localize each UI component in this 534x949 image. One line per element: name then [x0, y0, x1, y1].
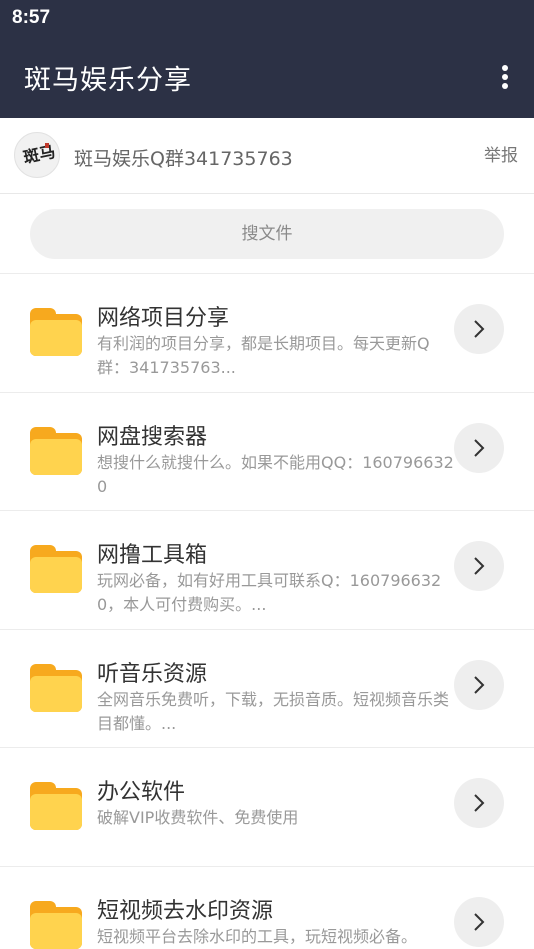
list-item[interactable]: 网撸工具箱 玩网必备，如有好用工具可联系Q：1607966320，本人可付费购买…	[0, 511, 534, 630]
more-vert-icon[interactable]	[492, 62, 518, 94]
folder-icon	[30, 663, 82, 712]
app-bar: 斑马娱乐分享	[0, 38, 534, 118]
chevron-right-icon[interactable]	[454, 422, 504, 473]
page-title: 斑马娱乐分享	[24, 65, 192, 96]
list-item[interactable]: 网盘搜索器 想搜什么就搜什么。如果不能用QQ：1607966320	[0, 392, 534, 511]
avatar: 斑马	[14, 132, 60, 178]
folder-icon	[30, 308, 82, 356]
list-item[interactable]: 办公软件 破解VIP收费软件、免费使用	[0, 748, 534, 867]
status-bar: 8:57	[0, 0, 534, 38]
item-description: 全网音乐免费听，下载，无损音质。短视频音乐类目都懂。...	[97, 689, 450, 733]
chevron-right-icon[interactable]	[454, 659, 504, 710]
report-button[interactable]: 举报	[484, 141, 518, 166]
item-description: 有利润的项目分享，都是长期项目。每天更新Q群：341735763...	[97, 334, 430, 377]
folder-icon	[30, 900, 82, 949]
chevron-right-icon[interactable]	[454, 541, 504, 591]
item-description: 玩网必备，如有好用工具可联系Q：1607966320，本人可付费购买。...	[97, 571, 442, 614]
chevron-right-icon[interactable]	[454, 896, 504, 947]
folder-icon	[30, 782, 82, 830]
group-name: 斑马娱乐Q群341735763	[74, 148, 293, 170]
folder-icon	[30, 545, 82, 593]
file-list: 网络项目分享 有利润的项目分享，都是长期项目。每天更新Q群：341735763.…	[0, 274, 534, 949]
item-title: 网盘搜索器	[97, 424, 208, 450]
chevron-right-icon[interactable]	[454, 778, 504, 828]
list-item[interactable]: 网络项目分享 有利润的项目分享，都是长期项目。每天更新Q群：341735763.…	[0, 274, 534, 393]
status-time: 8:57	[12, 7, 51, 28]
item-title: 办公软件	[97, 780, 186, 805]
item-description: 破解VIP收费软件、免费使用	[97, 808, 299, 827]
search-input[interactable]: 搜文件	[30, 209, 504, 259]
item-title: 网撸工具箱	[97, 543, 208, 568]
group-header: 斑马 斑马娱乐Q群341735763 举报	[0, 118, 534, 194]
item-description: 短视频平台去除水印的工具，玩短视频必备。	[97, 926, 418, 946]
item-title: 短视频去水印资源	[97, 898, 274, 924]
folder-icon	[30, 426, 82, 475]
item-title: 听音乐资源	[97, 661, 208, 687]
list-item[interactable]: 听音乐资源 全网音乐免费听，下载，无损音质。短视频音乐类目都懂。...	[0, 629, 534, 748]
list-item[interactable]: 短视频去水印资源 短视频平台去除水印的工具，玩短视频必备。	[0, 866, 534, 949]
item-description: 想搜什么就搜什么。如果不能用QQ：1607966320	[97, 452, 454, 496]
item-title: 网络项目分享	[97, 306, 230, 331]
chevron-right-icon[interactable]	[454, 304, 504, 354]
